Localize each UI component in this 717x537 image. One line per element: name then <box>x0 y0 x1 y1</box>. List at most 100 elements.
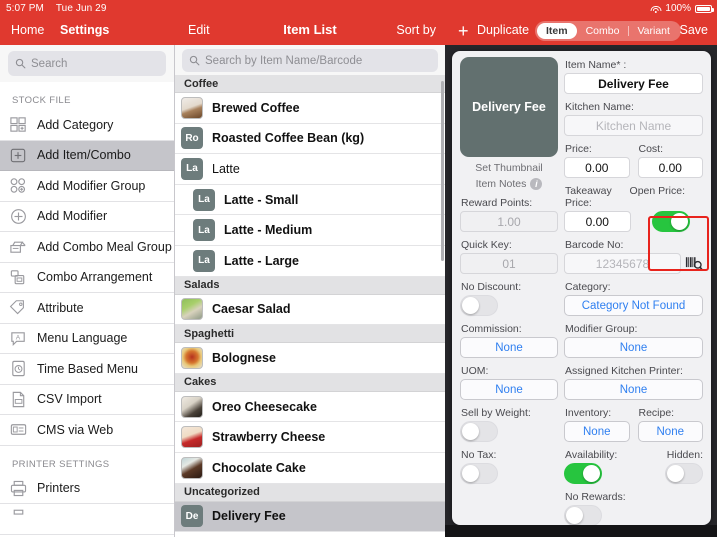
coffee-cup-photo <box>181 96 203 119</box>
sidebar-item-add-category[interactable]: Add Category <box>0 110 174 141</box>
cost-label: Cost: <box>638 143 664 155</box>
sidebar-item-menu-language[interactable]: A Menu Language <box>0 323 174 354</box>
item-detail-card: Delivery Fee Set Thumbnail Item Notes i … <box>452 51 711 525</box>
sidebar-item-combo-arrangement[interactable]: Combo Arrangement <box>0 262 174 293</box>
nav-left-section: Home Settings <box>0 17 175 45</box>
home-button[interactable]: Home <box>11 23 44 37</box>
segment-item[interactable]: Item <box>537 23 577 39</box>
sidebar-item-partial[interactable] <box>0 504 174 535</box>
list-item[interactable]: Caesar Salad <box>175 294 445 326</box>
list-item[interactable]: Strawberry Cheese <box>175 422 445 453</box>
list-item[interactable]: La Latte - Medium <box>175 215 445 246</box>
commission-button[interactable]: None <box>460 337 558 358</box>
item-name: Bolognese <box>212 350 276 365</box>
availability-label: Availability: <box>565 449 618 461</box>
category-button[interactable]: Category Not Found <box>564 295 703 316</box>
settings-title: Settings <box>60 23 110 37</box>
item-thumbnail[interactable]: Delivery Fee <box>460 57 558 157</box>
barcode-field[interactable]: 12345678 <box>564 253 681 274</box>
reward-points-field[interactable]: 1.00 <box>460 211 558 232</box>
uom-button[interactable]: None <box>460 379 558 400</box>
recipe-button[interactable]: None <box>637 421 703 442</box>
item-name: Brewed Coffee <box>212 100 300 115</box>
hidden-toggle[interactable] <box>665 463 703 484</box>
no-discount-toggle[interactable] <box>460 295 498 316</box>
item-notes-button[interactable]: Item Notes i <box>460 178 558 190</box>
menu-language-icon: A <box>9 329 28 348</box>
modifier-group-label: Modifier Group: <box>565 323 638 335</box>
csv-import-icon <box>9 390 28 409</box>
inventory-button[interactable]: None <box>564 421 630 442</box>
detail-left-column: Delivery Fee Set Thumbnail Item Notes i … <box>460 57 558 484</box>
open-price-toggle[interactable] <box>651 211 690 232</box>
no-tax-toggle-wrap <box>460 463 558 484</box>
type-segmented-control[interactable]: Item Combo Variant <box>535 21 681 41</box>
sidebar-item-cms-via-web[interactable]: CMS via Web <box>0 415 174 446</box>
list-item[interactable]: Oreo Cheesecake <box>175 391 445 423</box>
segment-combo[interactable]: Combo <box>577 23 629 39</box>
kitchen-name-field[interactable]: Kitchen Name <box>564 115 703 136</box>
no-tax-toggle[interactable] <box>460 463 498 484</box>
no-tax-label: No Tax: <box>461 449 497 461</box>
info-icon[interactable]: i <box>530 178 543 190</box>
sidebar-item-time-based-menu[interactable]: Time Based Menu <box>0 354 174 385</box>
list-item[interactable]: Chocolate Cake <box>175 452 445 484</box>
list-item[interactable]: Ro Roasted Coffee Bean (kg) <box>175 123 445 155</box>
sidebar-item-add-combo-meal-group[interactable]: Add Combo Meal Group <box>0 232 174 263</box>
sidebar-section-header-stock-file: STOCK FILE <box>0 82 174 110</box>
kitchen-name-label: Kitchen Name: <box>565 101 634 113</box>
commission-label: Commission: <box>461 323 522 335</box>
segment-variant[interactable]: Variant <box>628 23 679 39</box>
sidebar-item-label: Add Modifier <box>37 209 108 224</box>
search-icon <box>189 55 200 66</box>
list-item[interactable]: Brewed Coffee <box>175 93 445 124</box>
item-name: Oreo Cheesecake <box>212 399 317 414</box>
sidebar-item-add-modifier-group[interactable]: Add Modifier Group <box>0 171 174 202</box>
list-item[interactable]: De Delivery Fee <box>175 501 445 533</box>
item-name: Latte - Medium <box>224 223 313 238</box>
quick-key-field[interactable]: 01 <box>460 253 558 274</box>
list-item[interactable]: La Latte - Large <box>175 245 445 277</box>
no-rewards-toggle-wrap <box>564 505 703 525</box>
modifier-group-button[interactable]: None <box>564 337 703 358</box>
printer-icon <box>9 479 28 498</box>
list-item[interactable]: La Latte - Small <box>175 184 445 216</box>
search-icon <box>15 58 26 69</box>
price-label: Price: <box>565 143 592 155</box>
save-button[interactable]: Save <box>680 23 709 37</box>
takeaway-price-field[interactable]: 0.00 <box>564 211 631 232</box>
sell-by-weight-toggle[interactable] <box>460 421 498 442</box>
item-search-field[interactable]: Search by Item Name/Barcode <box>182 49 438 72</box>
sidebar-item-add-item-combo[interactable]: Add Item/Combo <box>0 140 174 171</box>
no-rewards-toggle[interactable] <box>564 505 602 525</box>
set-thumbnail-button[interactable]: Set Thumbnail <box>460 162 558 174</box>
nav-right-section: + Duplicate Item Combo Variant Save <box>445 17 717 45</box>
sort-by-button[interactable]: Sort by <box>396 23 436 37</box>
item-list-column: Search by Item Name/Barcode Coffee Brewe… <box>175 45 445 537</box>
sidebar-item-add-modifier[interactable]: Add Modifier <box>0 201 174 232</box>
sidebar-search-field[interactable]: Search <box>8 51 166 76</box>
item-list-scrollbar[interactable] <box>441 81 444 261</box>
sidebar-item-attribute[interactable]: Attribute <box>0 293 174 324</box>
price-field[interactable]: 0.00 <box>564 157 630 178</box>
item-name: Chocolate Cake <box>212 460 306 475</box>
sidebar-search-placeholder: Search <box>31 57 68 70</box>
list-item[interactable]: Bolognese <box>175 343 445 374</box>
cms-web-icon <box>9 420 28 439</box>
duplicate-button[interactable]: Duplicate <box>477 23 529 37</box>
barcode-scan-icon[interactable] <box>685 255 703 272</box>
item-name-field[interactable]: Delivery Fee <box>564 73 703 94</box>
sidebar-item-csv-import[interactable]: CSV Import <box>0 384 174 415</box>
clock-menu-icon <box>9 359 28 378</box>
cost-field[interactable]: 0.00 <box>637 157 703 178</box>
wifi-icon <box>650 4 662 13</box>
sidebar-search-wrap: Search <box>0 45 174 82</box>
open-price-label: Open Price: <box>629 185 685 197</box>
no-discount-toggle-wrap <box>460 295 558 316</box>
add-icon[interactable]: + <box>458 21 469 41</box>
assigned-printer-label: Assigned Kitchen Printer: <box>565 365 683 377</box>
list-item[interactable]: La Latte <box>175 154 445 185</box>
availability-toggle[interactable] <box>564 463 602 484</box>
sidebar-item-printers[interactable]: Printers <box>0 473 174 504</box>
assigned-printer-button[interactable]: None <box>564 379 703 400</box>
